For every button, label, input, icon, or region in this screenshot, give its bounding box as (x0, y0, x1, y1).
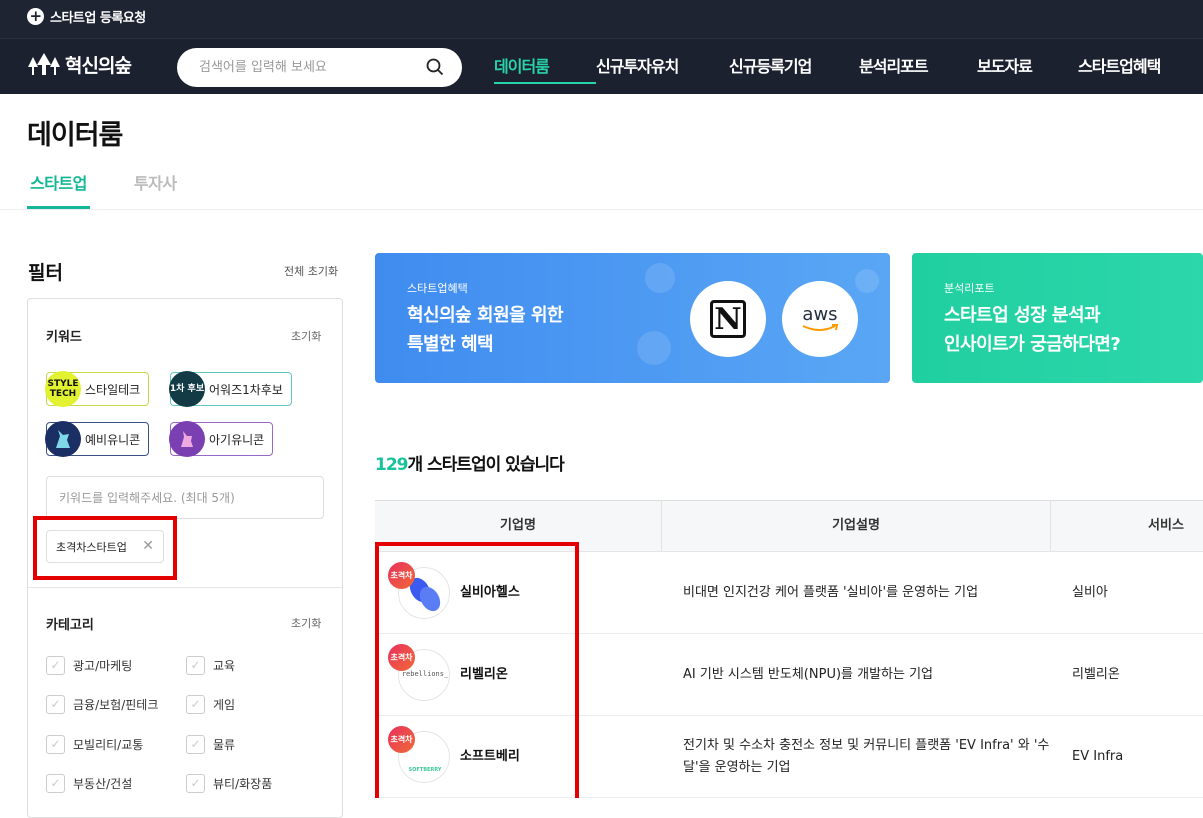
check-icon: ✓ (46, 735, 65, 754)
category-label-text: 게임 (213, 698, 236, 712)
highlight-box (375, 542, 579, 798)
check-icon: ✓ (46, 695, 65, 714)
search-box (177, 48, 462, 87)
keyword-chip-awards[interactable]: 1차 후보 어워즈1차후보 (169, 371, 292, 407)
category-checkbox[interactable]: ✓ 부동산/건설 (46, 774, 132, 793)
category-reset-button[interactable]: 초기화 (291, 615, 321, 631)
company-description: 비대면 인지건강 케어 플랫폼 '실비아'를 운영하는 기업 (683, 585, 979, 600)
divider (28, 587, 342, 588)
chip-label: 예비유니콘 (85, 432, 141, 447)
tab-startup[interactable]: 스타트업 (27, 170, 90, 209)
company-service: 리벨리온 (1072, 667, 1120, 682)
main-nav: 데이터룸 신규투자유치 신규등록기업 분석리포트 보도자료 스타트업혜택 (494, 39, 1178, 95)
top-bar: + 스타트업 등록요청 (0, 0, 1203, 38)
banner-category: 스타트업혜택 (407, 282, 468, 295)
banner-headline: 혁신의숲 회원을 위한 특별한 혜택 (407, 305, 564, 355)
company-service: 실비아 (1072, 585, 1108, 600)
company-description: AI 기반 시스템 반도체(NPU)를 개발하는 기업 (683, 667, 934, 682)
report-banner[interactable]: 분석리포트 스타트업 성장 분석과 인사이트가 궁금하다면? (912, 253, 1203, 383)
page-title: 데이터룸 (27, 120, 123, 151)
category-label-text: 모빌리티/교통 (73, 738, 144, 752)
notion-logo: N (690, 281, 766, 357)
category-label-text: 교육 (213, 659, 236, 673)
site-logo[interactable]: 혁신의숲 (27, 51, 132, 78)
nav-new-companies[interactable]: 신규등록기업 (729, 39, 859, 95)
check-icon: ✓ (46, 774, 65, 793)
page-tabs: 스타트업 투자사 (27, 170, 177, 209)
nav-new-investment[interactable]: 신규투자유치 (596, 39, 729, 95)
baby-unicorn-icon (169, 421, 205, 457)
plus-circle-icon: + (27, 8, 44, 25)
category-checkbox[interactable]: ✓ 물류 (186, 735, 235, 754)
category-label-text: 부동산/건설 (73, 777, 133, 791)
benefits-banner[interactable]: 스타트업혜택 혁신의숲 회원을 위한 특별한 혜택 N aws (375, 253, 890, 383)
nav-startup-benefits[interactable]: 스타트업혜택 (1078, 39, 1178, 95)
awards-candidate-icon: 1차 후보 (169, 371, 205, 407)
notion-icon: N (710, 300, 746, 338)
keyword-field (46, 476, 324, 519)
check-icon: ✓ (186, 735, 205, 754)
unicorn-icon (45, 421, 81, 457)
decor-circle (645, 263, 675, 293)
keyword-chip-style-tech[interactable]: STYLE TECH 스타일테크 (45, 371, 150, 407)
keyword-reset-button[interactable]: 초기화 (291, 328, 321, 344)
main-header: 혁신의숲 데이터룸 신규투자유치 신규등록기업 분석리포트 보도자료 스타트업혜… (0, 38, 1203, 94)
chip-label: 아기유니콘 (209, 432, 265, 447)
logo-text: 혁신의숲 (65, 55, 132, 77)
category-label-text: 금융/보험/핀테크 (73, 698, 159, 712)
keyword-label: 키워드 (46, 330, 82, 345)
aws-logo: aws (782, 281, 858, 357)
result-count-number: 129 (375, 455, 408, 475)
check-icon: ✓ (186, 656, 205, 675)
check-icon: ✓ (186, 695, 205, 714)
register-label: 스타트업 등록요청 (50, 11, 146, 26)
forest-icon (28, 52, 60, 75)
keyword-input[interactable] (47, 477, 323, 518)
category-checkbox[interactable]: ✓ 광고/마케팅 (46, 656, 132, 675)
aws-smile-icon (802, 324, 839, 331)
style-tech-icon: STYLE TECH (45, 371, 81, 407)
decor-circle (637, 331, 671, 365)
result-count: 129개 스타트업이 있습니다 (375, 450, 565, 475)
category-checkbox[interactable]: ✓ 금융/보험/핀테크 (46, 695, 158, 714)
search-icon[interactable] (426, 58, 444, 76)
register-startup-link[interactable]: + 스타트업 등록요청 (27, 7, 146, 26)
nav-press[interactable]: 보도자료 (977, 39, 1078, 95)
check-icon: ✓ (186, 774, 205, 793)
banner-category: 분석리포트 (944, 282, 995, 295)
category-checkbox[interactable]: ✓ 교육 (186, 656, 235, 675)
keyword-chip-baby-unicorn[interactable]: 아기유니콘 (169, 421, 274, 457)
highlight-box (33, 516, 177, 580)
category-label-text: 광고/마케팅 (73, 659, 133, 673)
check-icon: ✓ (46, 656, 65, 675)
aws-icon: aws (802, 304, 838, 325)
chip-label: 어워즈1차후보 (209, 382, 283, 397)
nav-dataroom[interactable]: 데이터룸 (494, 39, 596, 95)
banner-headline: 스타트업 성장 분석과 인사이트가 궁금하다면? (944, 305, 1121, 355)
company-description: 전기차 및 수소차 충전소 정보 및 커뮤니티 플랫폼 'EV Infra' 와… (683, 738, 1050, 775)
tab-investor[interactable]: 투자사 (134, 170, 177, 209)
decor-circle (855, 269, 879, 293)
nav-analysis-report[interactable]: 분석리포트 (859, 39, 977, 95)
filter-title: 필터 (28, 262, 63, 284)
category-checkbox[interactable]: ✓ 모빌리티/교통 (46, 735, 143, 754)
column-description[interactable]: 기업설명 (662, 501, 1050, 551)
chip-label: 스타일테크 (85, 382, 141, 397)
category-label-text: 물류 (213, 738, 236, 752)
category-checkbox[interactable]: ✓ 뷰티/화장품 (186, 774, 272, 793)
column-service[interactable]: 서비스 (1051, 501, 1203, 551)
category-label: 카테고리 (46, 618, 94, 633)
reset-all-button[interactable]: 전체 초기화 (284, 263, 338, 279)
company-service: EV Infra (1072, 749, 1124, 764)
keyword-chip-pre-unicorn[interactable]: 예비유니콘 (45, 421, 150, 457)
result-count-suffix: 개 스타트업이 있습니다 (407, 455, 565, 475)
category-checkbox[interactable]: ✓ 게임 (186, 695, 235, 714)
category-label-text: 뷰티/화장품 (213, 777, 273, 791)
search-input[interactable] (199, 57, 419, 77)
